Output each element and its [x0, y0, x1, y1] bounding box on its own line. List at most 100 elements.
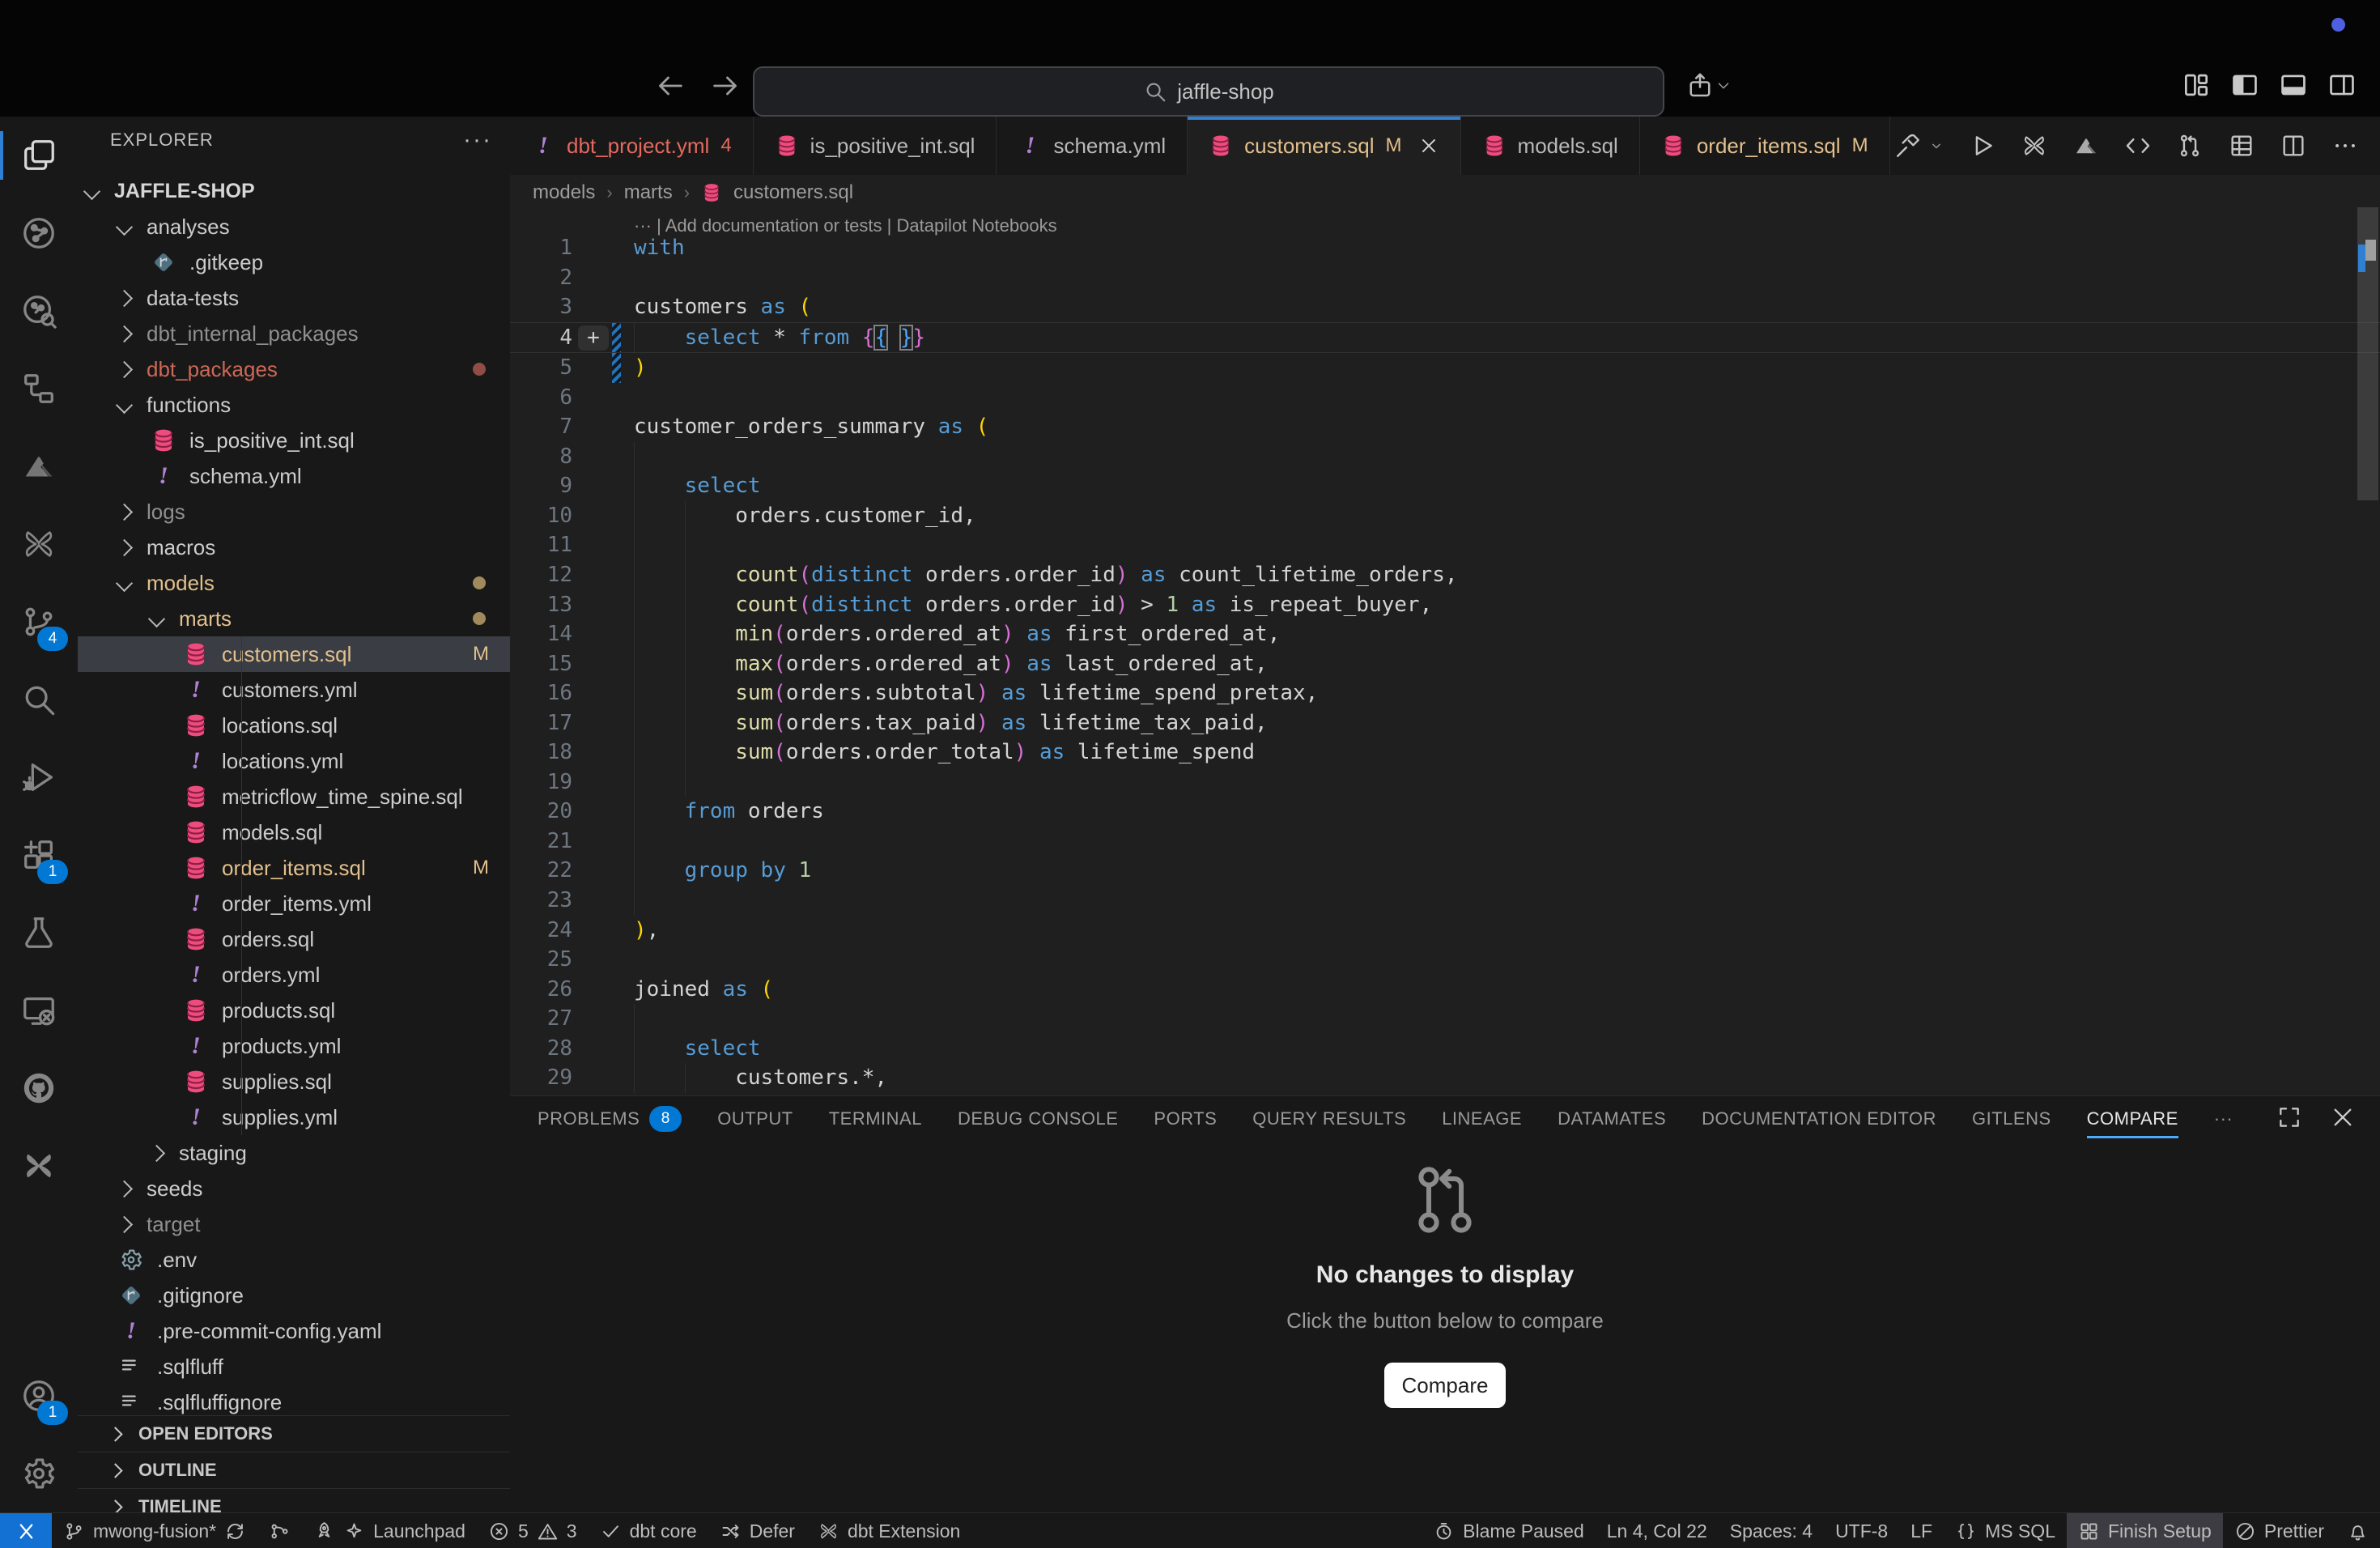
status-dbt-core[interactable]: dbt core [589, 1513, 708, 1548]
breadcrumb-item[interactable]: marts [624, 181, 673, 204]
tree-item-marts[interactable]: marts [78, 601, 510, 636]
tree-item-logs[interactable]: logs [78, 494, 510, 529]
tree-item-staging[interactable]: staging [78, 1135, 510, 1171]
compare-button[interactable]: Compare [1384, 1363, 1506, 1408]
code-line-22[interactable]: 22 group by 1 [510, 856, 2380, 886]
tree-item-order-items-sql[interactable]: order_items.sqlM [78, 850, 510, 886]
code-line-25[interactable]: 25 [510, 945, 2380, 975]
panel-more-tabs[interactable]: ··· [2214, 1096, 2233, 1142]
status-cursor-position[interactable]: Ln 4, Col 22 [1596, 1513, 1719, 1548]
mountain-action-icon[interactable] [2072, 132, 2100, 159]
activity-item-search[interactable] [0, 661, 78, 738]
tree-item-dbt-packages[interactable]: dbt_packages [78, 351, 510, 387]
tab-models-sql[interactable]: models.sql [1461, 117, 1640, 175]
tab-schema-yml[interactable]: !schema.yml [997, 117, 1188, 175]
code-line-13[interactable]: 13 count(distinct orders.order_id) > 1 a… [510, 590, 2380, 620]
prsmall-action-icon[interactable] [2176, 132, 2204, 159]
activity-item-dbt-query-explorer[interactable] [0, 272, 78, 350]
tree-item-order-items-yml[interactable]: !order_items.yml [78, 886, 510, 921]
tree-item-is-positive-int-sql[interactable]: is_positive_int.sql [78, 423, 510, 458]
activity-item-dbt-power-user[interactable] [0, 505, 78, 583]
tree-item-locations-yml[interactable]: !locations.yml [78, 743, 510, 779]
tree-item-orders-sql[interactable]: orders.sql [78, 921, 510, 957]
code-line-2[interactable]: 2 [510, 263, 2380, 293]
tree-item--env[interactable]: .env [78, 1242, 510, 1278]
activity-item-run-and-debug[interactable] [0, 738, 78, 816]
panel-tab-compare[interactable]: COMPARE [2087, 1096, 2178, 1142]
status-dbt-extension[interactable]: dbt Extension [806, 1513, 971, 1548]
code-line-26[interactable]: 26joined as ( [510, 975, 2380, 1005]
code-area[interactable]: 1with23customers as (+4 select * from {{… [510, 233, 2380, 1093]
status-encoding[interactable]: UTF-8 [1824, 1513, 1899, 1548]
code-line-6[interactable]: 6 [510, 383, 2380, 413]
status-blame-status[interactable]: Blame Paused [1422, 1513, 1596, 1548]
code-line-18[interactable]: 18 sum(orders.order_total) as lifetime_s… [510, 738, 2380, 768]
tree-item--pre-commit-config-yaml[interactable]: !.pre-commit-config.yaml [78, 1313, 510, 1349]
code-line-4[interactable]: +4 select * from {{ }} [510, 322, 2380, 354]
share-button[interactable] [1685, 71, 1732, 100]
code-line-21[interactable]: 21 [510, 827, 2380, 857]
code-line-1[interactable]: 1with [510, 233, 2380, 263]
panel-tab-ports[interactable]: PORTS [1154, 1096, 1217, 1142]
code-line-20[interactable]: 20 from orders [510, 797, 2380, 827]
code-line-14[interactable]: 14 min(orders.ordered_at) as first_order… [510, 619, 2380, 649]
customize-layout-icon[interactable] [2181, 70, 2212, 100]
hammer-action-icon[interactable] [1894, 132, 1922, 159]
activity-item-dbt-docs[interactable] [0, 1127, 78, 1205]
split-action-icon[interactable] [2280, 132, 2307, 159]
gutter-add-button[interactable]: + [578, 325, 609, 351]
toggle-sidebar-icon[interactable] [2229, 70, 2260, 100]
toggle-secondary-sidebar-icon[interactable] [2327, 70, 2357, 100]
tree-item-metricflow-time-spine-sql[interactable]: metricflow_time_spine.sql [78, 779, 510, 814]
breadcrumb-item[interactable]: models [533, 181, 595, 204]
activity-item-settings[interactable] [0, 1435, 78, 1512]
code-line-12[interactable]: 12 count(distinct orders.order_id) as co… [510, 560, 2380, 590]
maximize-panel-icon[interactable] [2276, 1104, 2302, 1130]
code-line-24[interactable]: 24), [510, 916, 2380, 946]
tree-item--gitignore[interactable]: .gitignore [78, 1278, 510, 1313]
code-line-5[interactable]: 5) [510, 353, 2380, 383]
code-line-29[interactable]: 29 customers.*, [510, 1063, 2380, 1093]
tree-item-orders-yml[interactable]: !orders.yml [78, 957, 510, 993]
code-line-10[interactable]: 10 orders.customer_id, [510, 501, 2380, 531]
activity-item-dbt-lineage[interactable] [0, 194, 78, 272]
tree-item-customers-sql[interactable]: customers.sqlM [78, 636, 510, 672]
tree-item-schema-yml[interactable]: !schema.yml [78, 458, 510, 494]
status-finish-setup[interactable]: Finish Setup [2067, 1513, 2223, 1548]
status-remote-indicator[interactable] [0, 1513, 52, 1548]
tree-item-supplies-sql[interactable]: supplies.sql [78, 1064, 510, 1099]
status-source-control-graph[interactable] [257, 1513, 302, 1548]
tree-item-dbt-internal-packages[interactable]: dbt_internal_packages [78, 316, 510, 351]
panel-tab-datamates[interactable]: DATAMATES [1558, 1096, 1666, 1142]
code-line-17[interactable]: 17 sum(orders.tax_paid) as lifetime_tax_… [510, 708, 2380, 738]
status-defer[interactable]: Defer [708, 1513, 806, 1548]
status-eol[interactable]: LF [1899, 1513, 1944, 1548]
activity-item-remote-explorer[interactable] [0, 972, 78, 1049]
tree-item--sqlfluffignore[interactable]: .sqlfluffignore [78, 1384, 510, 1415]
activity-item-accounts[interactable]: 1 [0, 1357, 78, 1435]
activity-item-explorer[interactable] [0, 117, 78, 194]
status-git-branch[interactable]: mwong-fusion* [52, 1513, 257, 1548]
code-line-3[interactable]: 3customers as ( [510, 292, 2380, 322]
tree-item--gitkeep[interactable]: .gitkeep [78, 245, 510, 280]
code-line-7[interactable]: 7customer_orders_summary as ( [510, 412, 2380, 442]
panel-tab-documentation-editor[interactable]: DOCUMENTATION EDITOR [1702, 1096, 1936, 1142]
tree-item-products-yml[interactable]: !products.yml [78, 1028, 510, 1064]
panel-tab-problems[interactable]: PROBLEMS8 [538, 1096, 682, 1142]
tab-is-positive-int-sql[interactable]: is_positive_int.sql [754, 117, 997, 175]
section-open-editors[interactable]: OPEN EDITORS [78, 1415, 510, 1452]
activity-item-project-hierarchy[interactable] [0, 350, 78, 427]
tree-item-analyses[interactable]: analyses [78, 209, 510, 245]
status-language-mode[interactable]: MS SQL [1944, 1513, 2067, 1548]
panel-tab-terminal[interactable]: TERMINAL [829, 1096, 922, 1142]
tab-customers-sql[interactable]: customers.sqlM [1188, 117, 1460, 175]
status-notifications[interactable] [2335, 1513, 2380, 1548]
activity-item-github[interactable] [0, 1049, 78, 1127]
activity-item-testing[interactable] [0, 894, 78, 972]
pinwheel-action-icon[interactable] [2021, 132, 2048, 159]
tree-item--sqlfluff[interactable]: .sqlfluff [78, 1349, 510, 1384]
code-line-23[interactable]: 23 [510, 886, 2380, 916]
tree-item-functions[interactable]: functions [78, 387, 510, 423]
tree-item-products-sql[interactable]: products.sql [78, 993, 510, 1028]
tree-item-customers-yml[interactable]: !customers.yml [78, 672, 510, 708]
